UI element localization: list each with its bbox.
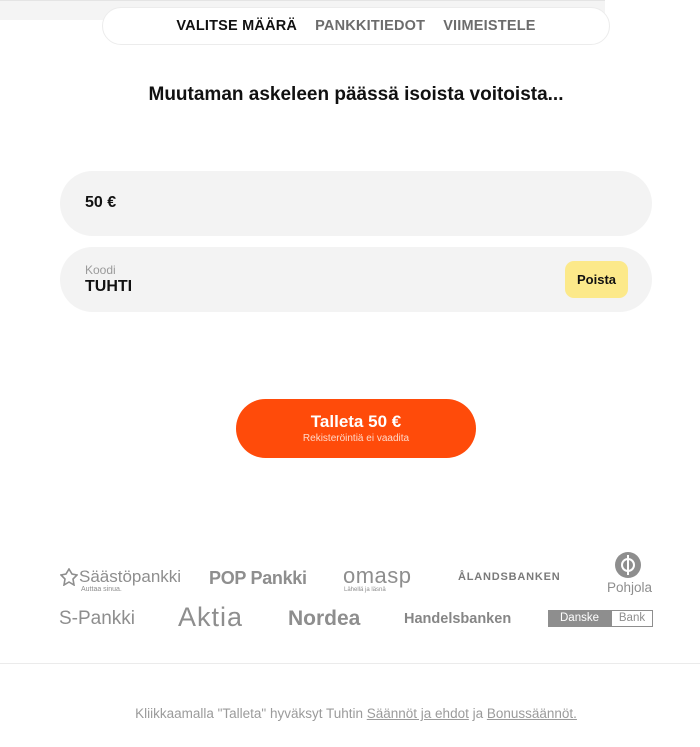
omasp-tagline: Lähellä ja läsnä [344, 587, 386, 593]
amount-value: 50 € [85, 194, 117, 211]
remove-code-button[interactable]: Poista [565, 261, 628, 298]
nordea-logo: Nordea [288, 607, 361, 630]
handelsbanken-logo: Handelsbanken [404, 611, 512, 627]
pohjola-emblem-icon [615, 552, 641, 578]
footer-divider [0, 663, 700, 664]
omasp-name: omasp [343, 563, 412, 588]
terms-link[interactable]: Säännöt ja ehdot [367, 706, 469, 721]
footer-middle: ja [468, 706, 487, 721]
saastopankki-leaf-icon [60, 568, 78, 586]
code-value: TUHTI [85, 278, 133, 295]
saastopankki-tagline: Auttaa sinua. [81, 586, 122, 593]
top-strip-right [605, 0, 700, 20]
footer-legal: Kliikkaamalla "Talleta" hyväksyt Tuhtin … [0, 706, 700, 721]
poppankki-logo: POP Pankki [209, 568, 307, 588]
alandsbanken-logo: ÅLANDSBANKEN [458, 571, 561, 583]
deposit-button-subtitle: Rekisteröintiä ei vaadita [302, 432, 410, 444]
step-finish[interactable]: VIIMEISTELE [443, 18, 535, 34]
amount-field[interactable]: 50 € [60, 171, 652, 236]
footer-prefix: Kliikkaamalla "Talleta" hyväksyt Tuhtin [135, 706, 367, 721]
deposit-button[interactable]: Talleta 50 € Rekisteröintiä ei vaadita [236, 399, 476, 458]
aktia-logo: Aktia [178, 602, 244, 632]
page-heading: Muutaman askeleen päässä isoista voitois… [148, 84, 564, 105]
pohjola-name: Pohjola [607, 580, 653, 595]
deposit-button-title: Talleta 50 € [310, 411, 402, 431]
spankki-logo: S-Pankki [59, 608, 136, 629]
step-bank-details[interactable]: PANKKITIEDOT [315, 18, 425, 34]
danskebank-left: Danske [548, 610, 611, 627]
steps-nav: VALITSE MÄÄRÄ PANKKITIEDOT VIIMEISTELE [102, 7, 610, 45]
code-field[interactable]: Koodi TUHTI Poista [60, 247, 652, 312]
danskebank-logo: Danske Bank [548, 610, 653, 627]
saastopankki-name: Säästöpankki [79, 567, 182, 586]
step-choose-amount[interactable]: VALITSE MÄÄRÄ [176, 18, 297, 34]
bonus-terms-link[interactable]: Bonussäännöt. [487, 706, 577, 721]
danskebank-right: Bank [611, 610, 653, 627]
code-label: Koodi [85, 263, 116, 277]
